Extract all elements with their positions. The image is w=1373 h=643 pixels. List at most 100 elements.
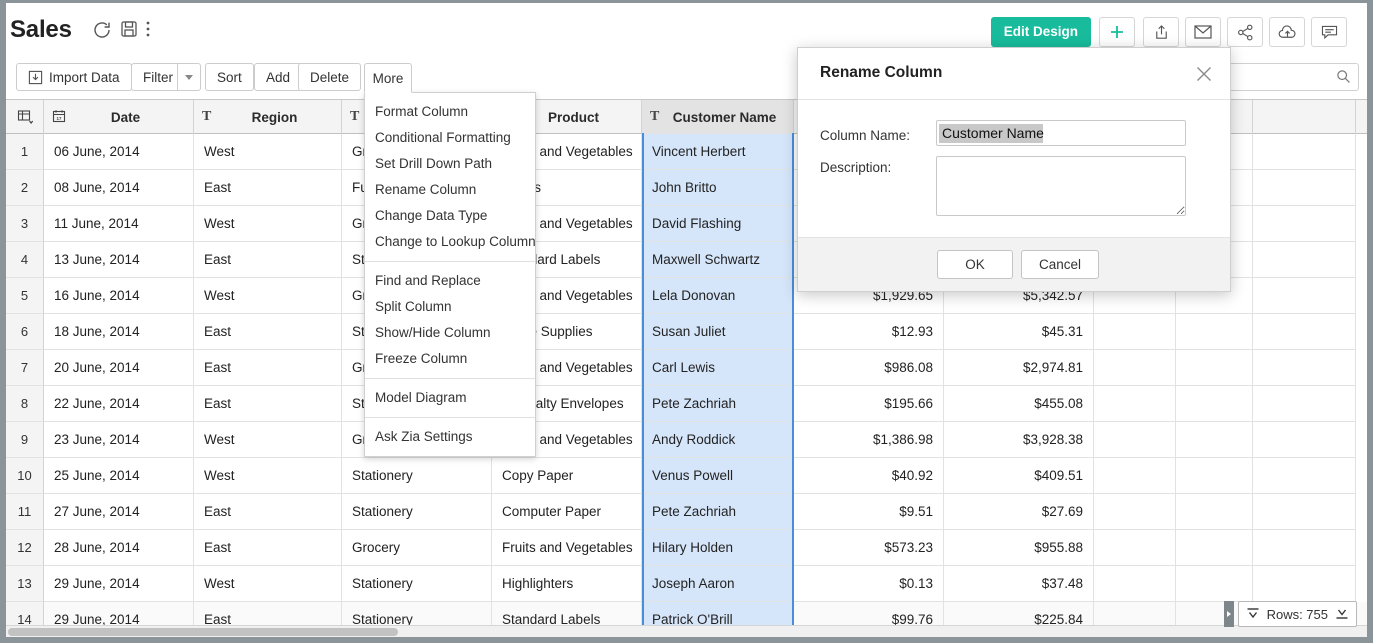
cell-date[interactable]: 13 June, 2014 — [44, 242, 194, 278]
cell-blank-3[interactable] — [1253, 422, 1356, 458]
cell-date[interactable]: 20 June, 2014 — [44, 350, 194, 386]
cell-customer-name[interactable]: Patrick O'Brill — [642, 602, 794, 625]
delete-row-button[interactable]: Delete — [298, 63, 361, 91]
cell-category[interactable]: Stationery — [342, 494, 492, 530]
cell-date[interactable]: 06 June, 2014 — [44, 134, 194, 170]
cell-date[interactable]: 18 June, 2014 — [44, 314, 194, 350]
cell-blank-3[interactable] — [1253, 350, 1356, 386]
cell-region[interactable]: East — [194, 530, 342, 566]
description-input[interactable] — [936, 156, 1186, 216]
cell-date[interactable]: 28 June, 2014 — [44, 530, 194, 566]
cell-value-2[interactable]: $37.48 — [944, 566, 1094, 602]
cell-product[interactable]: Copy Paper — [492, 458, 642, 494]
cell-value-1[interactable]: $9.51 — [794, 494, 944, 530]
table-row[interactable]: 618 June, 2014EastStationeryOffice Suppl… — [6, 314, 1367, 350]
cell-blank-3[interactable] — [1253, 134, 1356, 170]
cell-region[interactable]: East — [194, 242, 342, 278]
cell-customer-name[interactable]: Susan Juliet — [642, 314, 794, 350]
menu-item-format-column[interactable]: Format Column — [365, 99, 535, 125]
column-header-region[interactable]: TRegion — [194, 100, 342, 134]
cell-date[interactable]: 08 June, 2014 — [44, 170, 194, 206]
row-number[interactable]: 6 — [6, 314, 44, 350]
cell-region[interactable]: West — [194, 206, 342, 242]
cell-customer-name[interactable]: Carl Lewis — [642, 350, 794, 386]
cell-region[interactable]: East — [194, 602, 342, 625]
add-row-button[interactable]: Add — [254, 63, 302, 91]
row-number[interactable]: 3 — [6, 206, 44, 242]
row-number[interactable]: 10 — [6, 458, 44, 494]
cell-value-2[interactable]: $225.84 — [944, 602, 1094, 625]
cell-customer-name[interactable]: Hilary Holden — [642, 530, 794, 566]
cell-customer-name[interactable]: Andy Roddick — [642, 422, 794, 458]
cell-date[interactable]: 29 June, 2014 — [44, 602, 194, 625]
expand-down-icon[interactable] — [1334, 606, 1350, 622]
cell-region[interactable]: West — [194, 278, 342, 314]
cell-product[interactable]: Highlighters — [492, 566, 642, 602]
horizontal-scrollbar-thumb[interactable] — [8, 628, 398, 636]
ok-button[interactable]: OK — [937, 250, 1013, 279]
table-row[interactable]: 720 June, 2014EastGroceryFruits and Vege… — [6, 350, 1367, 386]
cell-category[interactable]: Stationery — [342, 566, 492, 602]
cell-blank-2[interactable] — [1176, 494, 1253, 530]
cell-value-2[interactable]: $409.51 — [944, 458, 1094, 494]
kebab-menu-icon[interactable] — [145, 19, 167, 41]
export-icon[interactable] — [1143, 17, 1179, 47]
cell-value-2[interactable]: $2,974.81 — [944, 350, 1094, 386]
column-header-blank-9[interactable] — [1253, 100, 1356, 134]
cell-blank-2[interactable] — [1176, 566, 1253, 602]
row-number[interactable]: 2 — [6, 170, 44, 206]
comment-icon[interactable] — [1311, 17, 1347, 47]
row-number[interactable]: 7 — [6, 350, 44, 386]
row-number[interactable]: 14 — [6, 602, 44, 625]
cell-blank-3[interactable] — [1253, 314, 1356, 350]
cell-blank-1[interactable] — [1094, 386, 1176, 422]
menu-item-freeze-column[interactable]: Freeze Column — [365, 346, 535, 372]
cell-date[interactable]: 27 June, 2014 — [44, 494, 194, 530]
cell-region[interactable]: East — [194, 314, 342, 350]
table-row[interactable]: 822 June, 2014EastStationerySpecialty En… — [6, 386, 1367, 422]
cell-value-2[interactable]: $955.88 — [944, 530, 1094, 566]
cell-customer-name[interactable]: Pete Zachriah — [642, 386, 794, 422]
cell-value-1[interactable]: $986.08 — [794, 350, 944, 386]
cell-blank-1[interactable] — [1094, 458, 1176, 494]
cell-blank-2[interactable] — [1176, 350, 1253, 386]
table-row[interactable]: 923 June, 2014WestGroceryFruits and Vege… — [6, 422, 1367, 458]
cell-blank-2[interactable] — [1176, 458, 1253, 494]
horizontal-scrollbar[interactable] — [6, 625, 1367, 637]
menu-item-conditional-formatting[interactable]: Conditional Formatting — [365, 125, 535, 151]
cell-value-2[interactable]: $3,928.38 — [944, 422, 1094, 458]
sort-button[interactable]: Sort — [205, 63, 254, 91]
cell-blank-1[interactable] — [1094, 530, 1176, 566]
table-row[interactable]: 1329 June, 2014WestStationeryHighlighter… — [6, 566, 1367, 602]
table-row[interactable]: 1228 June, 2014EastGroceryFruits and Veg… — [6, 530, 1367, 566]
cell-blank-2[interactable] — [1176, 386, 1253, 422]
cell-region[interactable]: East — [194, 494, 342, 530]
cell-blank-3[interactable] — [1253, 170, 1356, 206]
menu-item-find-and-replace[interactable]: Find and Replace — [365, 268, 535, 294]
cell-value-2[interactable]: $45.31 — [944, 314, 1094, 350]
cell-customer-name[interactable]: Vincent Herbert — [642, 134, 794, 170]
cell-blank-1[interactable] — [1094, 314, 1176, 350]
cell-region[interactable]: West — [194, 566, 342, 602]
cell-region[interactable]: East — [194, 386, 342, 422]
menu-item-change-to-lookup-column[interactable]: Change to Lookup Column — [365, 229, 535, 255]
row-number[interactable]: 9 — [6, 422, 44, 458]
cell-blank-2[interactable] — [1176, 422, 1253, 458]
cell-customer-name[interactable]: Lela Donovan — [642, 278, 794, 314]
cell-customer-name[interactable]: Joseph Aaron — [642, 566, 794, 602]
cell-customer-name[interactable]: Pete Zachriah — [642, 494, 794, 530]
cell-blank-3[interactable] — [1253, 278, 1356, 314]
cell-blank-1[interactable] — [1094, 494, 1176, 530]
cell-blank-3[interactable] — [1253, 494, 1356, 530]
cell-date[interactable]: 22 June, 2014 — [44, 386, 194, 422]
filter-dropdown-caret[interactable] — [177, 63, 201, 91]
cell-date[interactable]: 23 June, 2014 — [44, 422, 194, 458]
cell-value-1[interactable]: $573.23 — [794, 530, 944, 566]
cell-blank-1[interactable] — [1094, 350, 1176, 386]
menu-item-ask-zia-settings[interactable]: Ask Zia Settings — [365, 424, 535, 450]
cell-customer-name[interactable]: Maxwell Schwartz — [642, 242, 794, 278]
statusbar-expand-handle[interactable] — [1224, 601, 1234, 627]
cell-category[interactable]: Stationery — [342, 602, 492, 625]
cell-date[interactable]: 29 June, 2014 — [44, 566, 194, 602]
row-number[interactable]: 4 — [6, 242, 44, 278]
